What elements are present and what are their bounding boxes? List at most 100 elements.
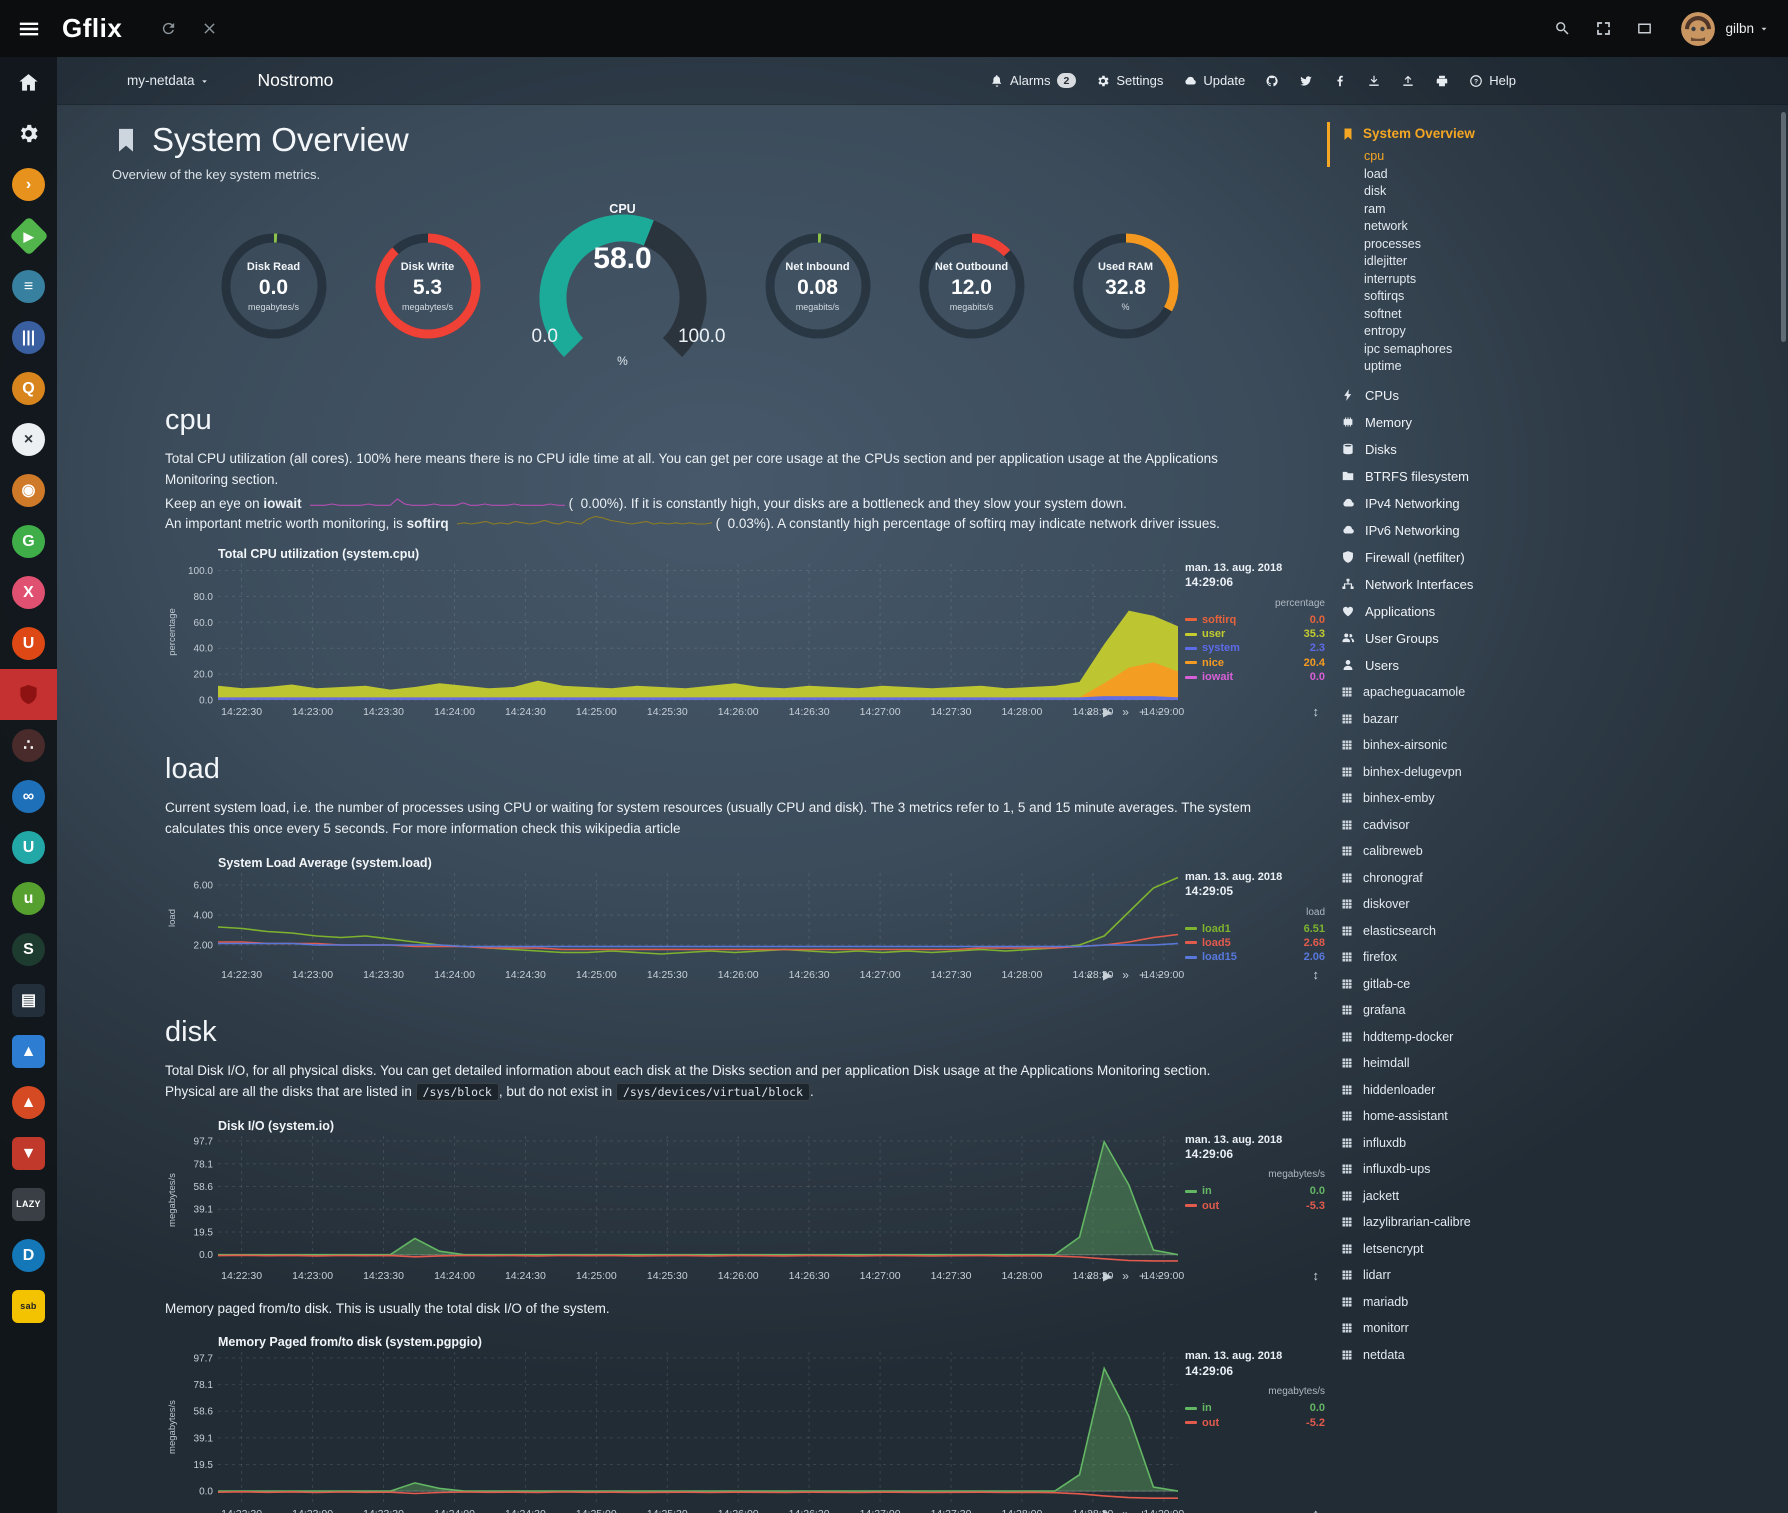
sidebar-app-gitlab[interactable]: ▲ (0, 1077, 57, 1128)
legend-out[interactable]: out-5.3 (1185, 1199, 1325, 1213)
chart-resize-handle[interactable]: ↕ (1313, 1506, 1320, 1513)
sidebar-app-resilio[interactable]: ▼ (0, 1128, 57, 1179)
chart-skip-forward[interactable]: » (1122, 705, 1129, 719)
sidebar-app-sabnzbd[interactable]: sab (0, 1281, 57, 1332)
chart-skip-back[interactable]: « (1086, 1507, 1093, 1513)
menu-app-grafana[interactable]: grafana (1341, 1003, 1542, 1017)
sidebar-app-qbittorrent[interactable]: D (0, 1230, 57, 1281)
nav-settings[interactable]: Settings (1096, 74, 1163, 88)
chart-zoom-in[interactable]: + (1139, 968, 1146, 982)
menu-sub-entropy[interactable]: entropy (1364, 323, 1542, 341)
menu-sub-uptime[interactable]: uptime (1364, 358, 1542, 376)
chart-plot-area[interactable]: 100.080.060.040.020.00.014:22:3014:23:00… (165, 561, 1185, 719)
menu-app-binhex-airsonic[interactable]: binhex-airsonic (1341, 738, 1542, 752)
gauge-disk-read[interactable]: Disk Read0.0megabytes/s (208, 212, 340, 360)
sidebar-app-unifi[interactable]: U (0, 822, 57, 873)
menu-app-lidarr[interactable]: lidarr (1341, 1268, 1542, 1282)
nav-print[interactable] (1435, 74, 1449, 88)
gauge-cpu[interactable]: CPU58.00.0100.0% (516, 202, 730, 370)
fullscreen-icon[interactable] (1595, 20, 1612, 38)
menu-sub-softnet[interactable]: softnet (1364, 306, 1542, 324)
menu-app-chronograf[interactable]: chronograf (1341, 871, 1542, 885)
menu-app-letsencrypt[interactable]: letsencrypt (1341, 1242, 1542, 1256)
legend-load1[interactable]: load16.51 (1185, 922, 1325, 936)
menu-app-home-assistant[interactable]: home-assistant (1341, 1109, 1542, 1123)
menu-app-hiddenloader[interactable]: hiddenloader (1341, 1083, 1542, 1097)
menu-app-mariadb[interactable]: mariadb (1341, 1295, 1542, 1309)
menu-sub-processes[interactable]: processes (1364, 236, 1542, 254)
menu-sub-ipc-semaphores[interactable]: ipc semaphores (1364, 341, 1542, 359)
chart-skip-back[interactable]: « (1086, 1269, 1093, 1283)
legend-load5[interactable]: load52.68 (1185, 936, 1325, 950)
menu-app-lazylibrarian-calibre[interactable]: lazylibrarian-calibre (1341, 1215, 1542, 1229)
avatar[interactable] (1681, 12, 1715, 46)
chart-skip-back[interactable]: « (1086, 968, 1093, 982)
menu-app-diskover[interactable]: diskover (1341, 897, 1542, 911)
sidebar-app-duplicati[interactable]: S (0, 924, 57, 975)
menu-system-overview[interactable]: System Overview (1341, 126, 1542, 141)
sidebar-app-emby[interactable]: ▶ (0, 210, 57, 261)
legend-in[interactable]: in0.0 (1185, 1401, 1325, 1415)
legend-softirq[interactable]: softirq0.0 (1185, 613, 1325, 627)
chart-zoom-out[interactable]: − (1156, 705, 1163, 719)
chart-resize-handle[interactable]: ↕ (1313, 704, 1320, 719)
sidebar-app-deluge[interactable]: u (0, 873, 57, 924)
chart-skip-back[interactable]: « (1086, 705, 1093, 719)
sidebar-app-jackett[interactable]: Q (0, 363, 57, 414)
sidebar-app-portainer[interactable]: ≡ (0, 261, 57, 312)
chart-resize-handle[interactable]: ↕ (1313, 967, 1320, 982)
chart-resize-handle[interactable]: ↕ (1313, 1268, 1320, 1283)
sidebar-app-organizr[interactable]: › (0, 159, 57, 210)
menu-section-applications[interactable]: Applications (1341, 604, 1542, 619)
sidebar-app-librespeed[interactable]: ▤ (0, 975, 57, 1026)
nav-help[interactable]: ?Help (1469, 74, 1516, 88)
sidebar-app-filebrowser[interactable]: ▲ (0, 1026, 57, 1077)
gauge-used-ram[interactable]: Used RAM32.8% (1060, 212, 1192, 360)
menu-sub-softirqs[interactable]: softirqs (1364, 288, 1542, 306)
chart-zoom-out[interactable]: − (1156, 1507, 1163, 1513)
sidebar-app-airsonic[interactable]: ||| (0, 312, 57, 363)
menu-app-binhex-delugevpn[interactable]: binhex-delugevpn (1341, 765, 1542, 779)
chart-plot-area[interactable]: 6.004.002.0014:22:3014:23:0014:23:3014:2… (165, 870, 1185, 982)
chart-plot-area[interactable]: 97.778.158.639.119.50.014:22:3014:23:001… (165, 1349, 1185, 1513)
menu-app-firefox[interactable]: firefox (1341, 950, 1542, 964)
chart-skip-forward[interactable]: » (1122, 1507, 1129, 1513)
gauge-disk-write[interactable]: Disk Write5.3megabytes/s (362, 212, 494, 360)
menu-section-memory[interactable]: Memory (1341, 415, 1542, 430)
menu-icon[interactable] (18, 18, 40, 40)
chart-skip-forward[interactable]: » (1122, 1269, 1129, 1283)
chart-zoom-out[interactable]: − (1156, 1269, 1163, 1283)
menu-app-hddtemp-docker[interactable]: hddtemp-docker (1341, 1030, 1542, 1044)
sidebar-app-monitorr[interactable] (0, 669, 57, 720)
close-icon[interactable] (201, 20, 218, 38)
sidebar-app-grafana-app[interactable]: G (0, 516, 57, 567)
legend-user[interactable]: user35.3 (1185, 627, 1325, 641)
menu-app-cadvisor[interactable]: cadvisor (1341, 818, 1542, 832)
sidebar-app-ubuntu[interactable]: U (0, 618, 57, 669)
sidebar-app-lazylibrarian[interactable]: LAZY (0, 1179, 57, 1230)
gauge-net-inbound[interactable]: Net Inbound0.08megabits/s (752, 212, 884, 360)
menu-section-cpus[interactable]: CPUs (1341, 388, 1542, 403)
nav-twitter[interactable] (1299, 74, 1313, 88)
menu-sub-cpu[interactable]: cpu (1364, 148, 1542, 166)
chart-play[interactable]: ▶ (1103, 1269, 1112, 1283)
search-icon[interactable] (1554, 20, 1571, 38)
menu-app-jackett[interactable]: jackett (1341, 1189, 1542, 1203)
menu-sub-ram[interactable]: ram (1364, 201, 1542, 219)
refresh-icon[interactable] (160, 20, 177, 38)
menu-app-influxdb[interactable]: influxdb (1341, 1136, 1542, 1150)
user-menu[interactable]: gilbn (1725, 21, 1770, 36)
menu-sub-network[interactable]: network (1364, 218, 1542, 236)
menu-section-firewall-netfilter-[interactable]: Firewall (netfilter) (1341, 550, 1542, 565)
menu-section-network-interfaces[interactable]: Network Interfaces (1341, 577, 1542, 592)
nav-github[interactable] (1265, 74, 1279, 88)
sidebar-app-home[interactable] (0, 57, 57, 108)
menu-section-disks[interactable]: Disks (1341, 442, 1542, 457)
menu-app-elasticsearch[interactable]: elasticsearch (1341, 924, 1542, 938)
legend-load15[interactable]: load152.06 (1185, 950, 1325, 964)
nav-alarms[interactable]: Alarms2 (990, 73, 1076, 88)
menu-app-monitorr[interactable]: monitorr (1341, 1321, 1542, 1335)
nav-upload[interactable] (1401, 74, 1415, 88)
nav-update[interactable]: Update (1183, 74, 1245, 88)
sidebar-app-cadvisor[interactable]: X (0, 567, 57, 618)
